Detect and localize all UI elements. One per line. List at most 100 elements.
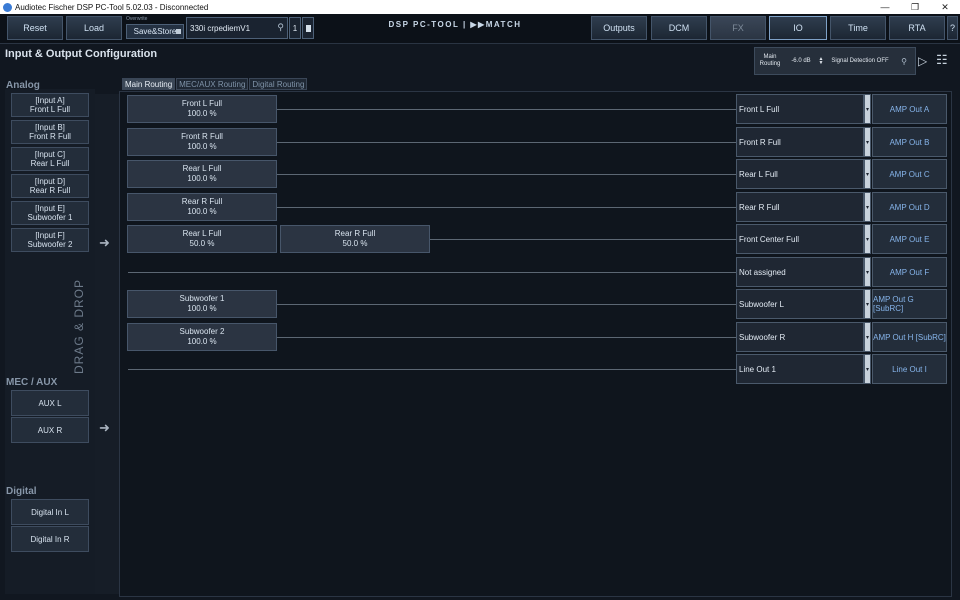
analog-input-c[interactable]: [Input C] Rear L Full	[11, 147, 89, 171]
analog-input-b[interactable]: [Input B] Front R Full	[11, 120, 89, 144]
chevron-down-icon[interactable]: ▾	[864, 94, 871, 124]
chevron-down-icon[interactable]: ▾	[864, 192, 871, 222]
input-label: [Input C]	[34, 150, 66, 159]
minimize-icon[interactable]: —	[870, 2, 900, 12]
aux-r-input[interactable]: AUX R	[11, 417, 89, 443]
save-store-button[interactable]: Save&Store	[126, 24, 184, 39]
source-name: Rear L Full	[182, 229, 222, 238]
fx-button[interactable]: FX	[710, 16, 766, 40]
restore-icon[interactable]: ❐	[900, 2, 930, 13]
tab-main-routing[interactable]: Main Routing	[122, 78, 176, 90]
tab-digital-routing[interactable]: Digital Routing	[249, 78, 308, 90]
preset-name-text: 330i crpediemV1	[190, 23, 251, 33]
chevron-down-icon[interactable]: ▾	[864, 224, 871, 254]
source-name: Front L Full	[181, 99, 223, 108]
analog-input-e[interactable]: [Input E] Subwoofer 1	[11, 201, 89, 225]
chevron-down-icon[interactable]: ▾	[864, 127, 871, 157]
chevron-down-icon[interactable]: ▾	[864, 289, 871, 319]
source-level: 100.0 %	[187, 109, 217, 118]
digital-in-r-input[interactable]: Digital In R	[11, 526, 89, 552]
amp-out-c-button[interactable]: AMP Out C	[872, 159, 947, 189]
load-button[interactable]: Load	[66, 16, 122, 40]
chevron-down-icon[interactable]: ▾	[864, 159, 871, 189]
save-store-label: Save&Store	[133, 27, 177, 36]
time-button[interactable]: Time	[830, 16, 886, 40]
aux-l-input[interactable]: AUX L	[11, 390, 89, 416]
routing-tabs: Main Routing MEC/AUX Routing Digital Rou…	[122, 78, 308, 90]
output-channel-select[interactable]: Front L Full	[736, 94, 864, 124]
help-button[interactable]: ?	[947, 16, 958, 40]
output-channel-select[interactable]: Line Out 1	[736, 354, 864, 384]
mixer-icon[interactable]: ☷	[936, 52, 948, 68]
outputs-button[interactable]: Outputs	[591, 16, 647, 40]
analog-input-f[interactable]: [Input F] Subwoofer 2	[11, 228, 89, 252]
drag-drop-zone[interactable]	[95, 94, 119, 594]
output-channel-select[interactable]: Rear L Full	[736, 159, 864, 189]
amp-out-h-button[interactable]: AMP Out H [SubRC]	[872, 322, 947, 352]
save-store-dropdown-icon[interactable]	[176, 29, 181, 34]
routing-source-chip[interactable]: Front R Full 100.0 %	[127, 128, 277, 156]
signal-detection-status[interactable]: Signal Detection OFF	[825, 58, 895, 64]
file-icon	[305, 24, 311, 32]
amp-out-a-button[interactable]: AMP Out A	[872, 94, 947, 124]
dcm-button[interactable]: DCM	[651, 16, 707, 40]
routing-source-chip[interactable]: Rear R Full 50.0 %	[280, 225, 430, 253]
amp-out-d-button[interactable]: AMP Out D	[872, 192, 947, 222]
play-icon[interactable]: ▷	[918, 54, 927, 68]
source-level: 100.0 %	[187, 337, 217, 346]
chevron-down-icon[interactable]: ▾	[864, 354, 871, 384]
title-bar: Audiotec Fischer DSP PC-Tool 5.02.03 - D…	[0, 0, 960, 14]
amp-out-g-button[interactable]: AMP Out G [SubRC]	[872, 289, 947, 319]
analog-input-a[interactable]: [Input A] Front L Full	[11, 93, 89, 117]
preset-name-field[interactable]: 330i crpediemV1 ⚲	[186, 17, 288, 39]
input-channel: Subwoofer 2	[27, 240, 73, 249]
routing-source-chip[interactable]: Subwoofer 2 100.0 %	[127, 323, 277, 351]
source-level: 100.0 %	[187, 304, 217, 313]
signal-search-icon[interactable]: ⚲	[895, 57, 913, 66]
analog-section-title: Analog	[6, 80, 40, 91]
analog-input-d[interactable]: [Input D] Rear R Full	[11, 174, 89, 198]
tab-mec-aux-routing[interactable]: MEC/AUX Routing	[176, 78, 249, 90]
preset-number[interactable]: 1	[289, 17, 301, 39]
digital-in-l-input[interactable]: Digital In L	[11, 499, 89, 525]
routing-source-chip[interactable]: Rear R Full 100.0 %	[127, 193, 277, 221]
line-out-i-button[interactable]: Line Out I	[872, 354, 947, 384]
output-channel-select[interactable]: Not assigned	[736, 257, 864, 287]
routing-wire	[430, 239, 736, 240]
volume-stepper-icon[interactable]: ▲ ▼	[817, 57, 825, 66]
main-area: Input & Output Configuration Main Routin…	[0, 44, 960, 600]
amp-out-e-button[interactable]: AMP Out E	[872, 224, 947, 254]
input-channel: Rear L Full	[30, 159, 70, 168]
preset-search-icon[interactable]: ⚲	[277, 22, 284, 33]
overwrite-label: Overwrite	[126, 16, 148, 22]
output-channel-select[interactable]: Front R Full	[736, 127, 864, 157]
output-channel-select[interactable]: Rear R Full	[736, 192, 864, 222]
main-volume-value[interactable]: -6.0 dB	[785, 58, 817, 64]
amp-out-b-button[interactable]: AMP Out B	[872, 127, 947, 157]
routing-wire	[277, 109, 736, 110]
amp-out-f-button[interactable]: AMP Out F	[872, 257, 947, 287]
routing-source-chip[interactable]: Rear L Full 100.0 %	[127, 160, 277, 188]
io-button[interactable]: IO	[769, 16, 827, 40]
chevron-down-icon[interactable]: ▾	[864, 257, 871, 287]
source-name: Rear L Full	[182, 164, 222, 173]
rta-button[interactable]: RTA	[889, 16, 945, 40]
routing-wire	[277, 174, 736, 175]
routing-wire	[277, 207, 736, 208]
output-channel-select[interactable]: Subwoofer L	[736, 289, 864, 319]
routing-source-chip[interactable]: Rear L Full 50.0 %	[127, 225, 277, 253]
source-name: Rear R Full	[181, 197, 223, 206]
routing-wire	[277, 337, 736, 338]
routing-source-chip[interactable]: Subwoofer 1 100.0 %	[127, 290, 277, 318]
chevron-down-icon[interactable]: ▾	[864, 322, 871, 352]
output-channel-select[interactable]: Front Center Full	[736, 224, 864, 254]
routing-wire	[128, 369, 736, 370]
digital-section-title: Digital	[6, 486, 37, 497]
main-volume-label-line2: Routing	[759, 61, 781, 67]
drag-drop-label: DRAG & DROP	[72, 278, 86, 374]
close-icon[interactable]: ✕	[930, 2, 960, 13]
routing-source-chip[interactable]: Front L Full 100.0 %	[127, 95, 277, 123]
output-channel-select[interactable]: Subwoofer R	[736, 322, 864, 352]
preset-file-button[interactable]	[302, 17, 314, 39]
reset-button[interactable]: Reset	[7, 16, 63, 40]
